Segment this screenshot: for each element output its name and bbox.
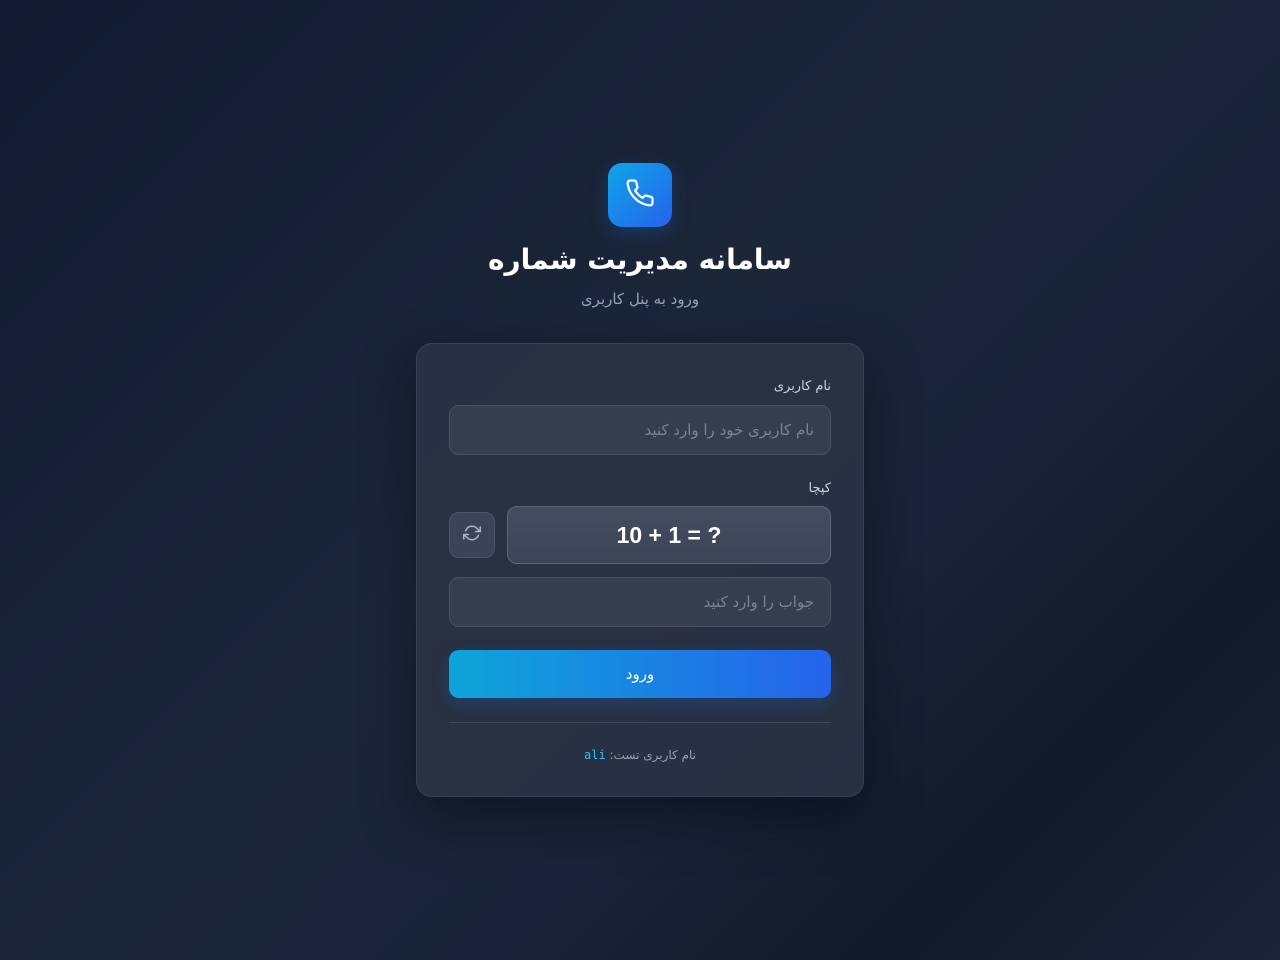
login-button[interactable]: ورود xyxy=(449,650,831,698)
login-page: سامانه مدیریت شماره ورود به پنل کاربری ن… xyxy=(0,0,1280,960)
captcha-label: کپچا xyxy=(808,481,831,496)
page-subtitle: ورود به پنل کاربری xyxy=(580,290,700,308)
app-logo xyxy=(608,163,672,227)
username-input[interactable] xyxy=(449,405,831,455)
hint-username: ali xyxy=(584,748,606,762)
captcha-question: 10 + 1 = ? xyxy=(507,506,831,564)
hint-prefix: نام کاربری تست: xyxy=(609,748,696,762)
refresh-icon xyxy=(463,524,481,546)
page-title: سامانه مدیریت شماره xyxy=(488,243,792,276)
username-label: نام کاربری xyxy=(773,379,831,394)
phone-icon xyxy=(625,178,655,212)
divider xyxy=(449,722,831,723)
login-card: نام کاربری کپچا 10 + 1 = ? ورود نام کارب… xyxy=(416,343,864,797)
captcha-answer-input[interactable] xyxy=(449,577,831,627)
test-user-hint: نام کاربری تست: ali xyxy=(417,746,863,764)
captcha-refresh-button[interactable] xyxy=(449,512,495,558)
